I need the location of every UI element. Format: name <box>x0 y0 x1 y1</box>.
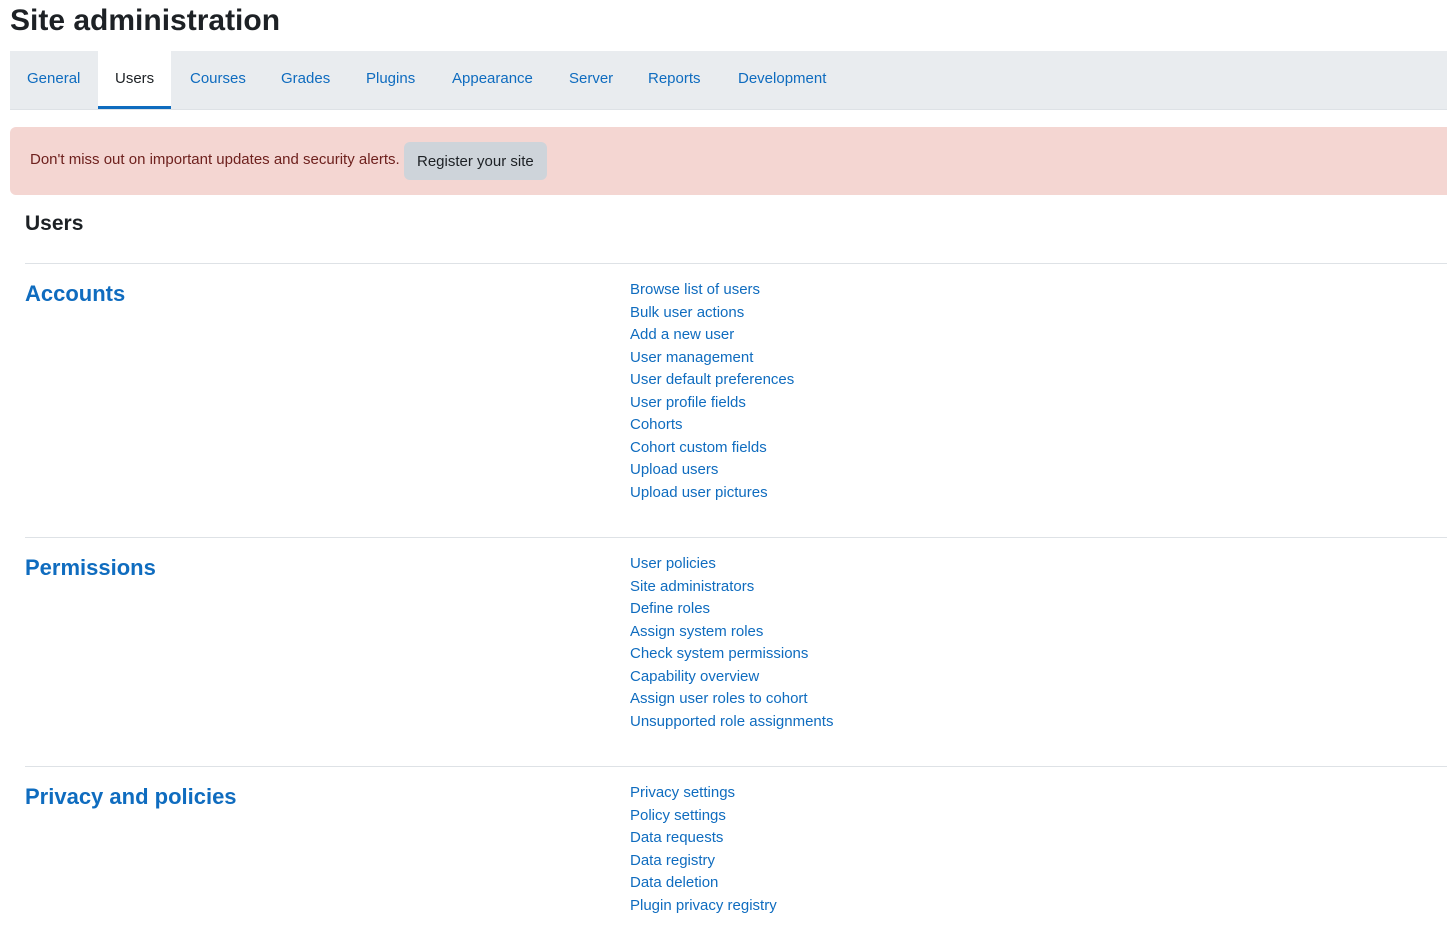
page-title: Site administration <box>10 4 281 37</box>
link-cohorts[interactable]: Cohorts <box>630 416 683 433</box>
link-user-policies[interactable]: User policies <box>630 555 716 572</box>
tab-server[interactable]: Server <box>552 51 630 109</box>
link-privacy-settings[interactable]: Privacy settings <box>630 784 735 801</box>
link-cohort-custom-fields[interactable]: Cohort custom fields <box>630 439 767 456</box>
divider <box>25 263 1447 264</box>
tab-courses[interactable]: Courses <box>173 51 263 109</box>
admin-tab-bar: General Users Courses Grades Plugins App… <box>10 51 1447 110</box>
link-upload-users[interactable]: Upload users <box>630 461 718 478</box>
tab-plugins[interactable]: Plugins <box>349 51 432 109</box>
link-upload-user-pictures[interactable]: Upload user pictures <box>630 484 768 501</box>
link-define-roles[interactable]: Define roles <box>630 600 710 617</box>
tab-reports[interactable]: Reports <box>631 51 718 109</box>
link-unsupported-role-assignments[interactable]: Unsupported role assignments <box>630 713 833 730</box>
link-capability-overview[interactable]: Capability overview <box>630 668 759 685</box>
link-user-profile-fields[interactable]: User profile fields <box>630 394 746 411</box>
link-data-registry[interactable]: Data registry <box>630 852 715 869</box>
divider <box>25 537 1447 538</box>
section-heading: Users <box>25 212 84 235</box>
category-title-permissions[interactable]: Permissions <box>25 555 156 581</box>
divider <box>25 766 1447 767</box>
tab-grades[interactable]: Grades <box>264 51 347 109</box>
link-data-requests[interactable]: Data requests <box>630 829 723 846</box>
category-title-privacy-and-policies[interactable]: Privacy and policies <box>25 784 237 810</box>
privacy-link-list: Privacy settings Policy settings Data re… <box>630 782 777 917</box>
link-user-management[interactable]: User management <box>630 349 753 366</box>
link-add-new-user[interactable]: Add a new user <box>630 326 734 343</box>
link-browse-list-of-users[interactable]: Browse list of users <box>630 281 760 298</box>
link-plugin-privacy-registry[interactable]: Plugin privacy registry <box>630 897 777 914</box>
alert-message: Don't miss out on important updates and … <box>30 151 400 168</box>
link-data-deletion[interactable]: Data deletion <box>630 874 718 891</box>
tab-appearance[interactable]: Appearance <box>435 51 550 109</box>
link-site-administrators[interactable]: Site administrators <box>630 578 754 595</box>
link-bulk-user-actions[interactable]: Bulk user actions <box>630 304 744 321</box>
link-policy-settings[interactable]: Policy settings <box>630 807 726 824</box>
link-assign-user-roles-to-cohort[interactable]: Assign user roles to cohort <box>630 690 808 707</box>
registration-alert: Don't miss out on important updates and … <box>10 127 1447 195</box>
register-site-button[interactable]: Register your site <box>404 142 547 180</box>
permissions-link-list: User policies Site administrators Define… <box>630 553 833 733</box>
category-title-accounts[interactable]: Accounts <box>25 281 125 307</box>
tab-users[interactable]: Users <box>98 51 172 109</box>
link-user-default-preferences[interactable]: User default preferences <box>630 371 794 388</box>
accounts-link-list: Browse list of users Bulk user actions A… <box>630 279 794 504</box>
link-assign-system-roles[interactable]: Assign system roles <box>630 623 763 640</box>
tab-general[interactable]: General <box>10 51 97 109</box>
tab-development[interactable]: Development <box>721 51 843 109</box>
link-check-system-permissions[interactable]: Check system permissions <box>630 645 808 662</box>
